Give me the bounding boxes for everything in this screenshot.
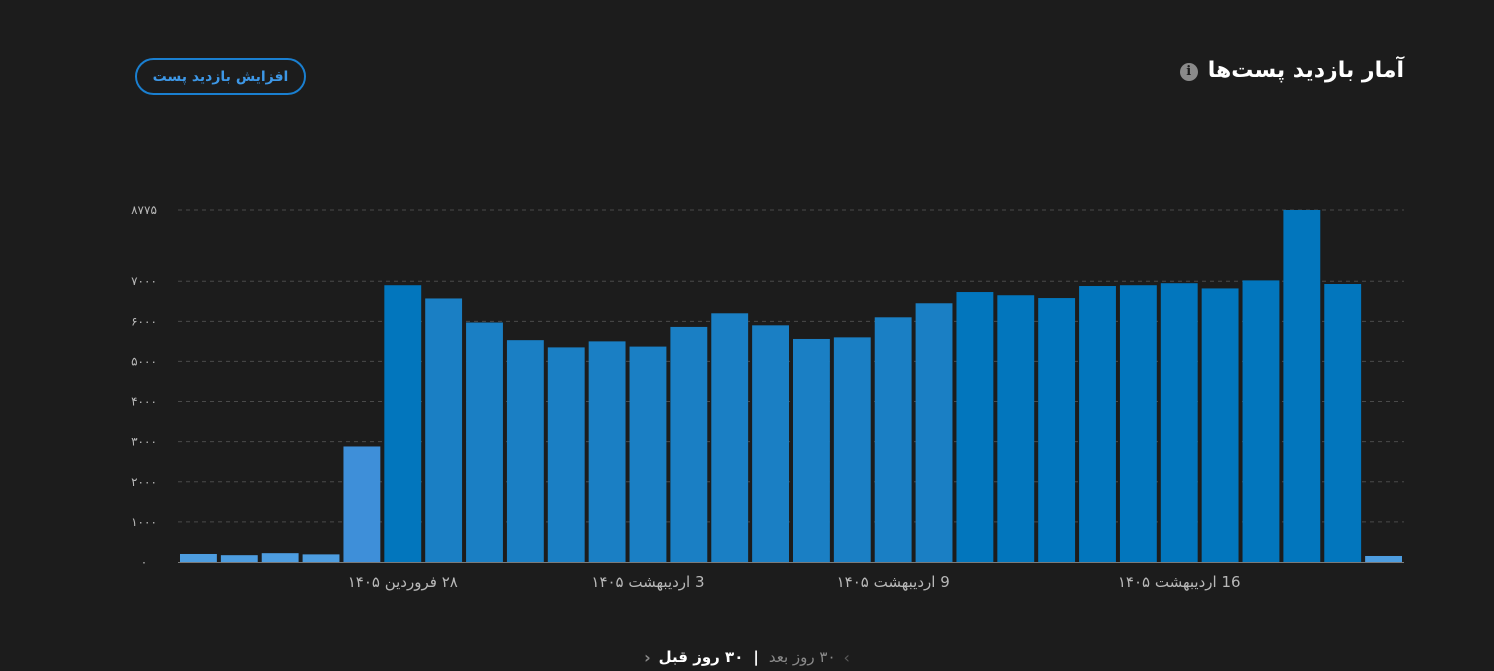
y-tick-label: ۵۰۰۰ [131, 354, 157, 368]
nav-separator: | [753, 648, 759, 666]
bar [833, 337, 871, 562]
x-tick-label: 9 اردیبهشت ۱۴۰۵ [837, 573, 950, 591]
bar [180, 553, 217, 562]
bar [425, 298, 463, 562]
bar [670, 326, 708, 562]
y-tick-label: ۶۰۰۰ [131, 314, 157, 328]
bar-chart: ۰ ۱۰۰۰ ۲۰۰۰ ۳۰۰۰ ۴۰۰۰ ۵۰۰۰ ۶۰۰۰ ۷۰۰۰ ۸۷۷۵ ۲۸ فرور… [131, 203, 1404, 591]
bar [384, 285, 422, 562]
x-tick-label: ۲۸ فروردین ۱۴۰۵ [348, 573, 458, 591]
bar [1201, 288, 1239, 562]
x-tick-label: 3 اردیبهشت ۱۴۰۵ [591, 573, 704, 591]
y-tick-label: ۷۰۰۰ [131, 274, 157, 288]
bar [588, 341, 626, 562]
bar [302, 554, 340, 562]
x-tick-label: 16 اردیبهشت ۱۴۰۵ [1118, 573, 1241, 591]
prev-30-days-label: ۳۰ روز قبل [658, 648, 744, 666]
bar [1160, 283, 1198, 562]
bar [1242, 280, 1280, 562]
bar [629, 346, 667, 562]
bar [752, 325, 789, 562]
next-30-days-label: ۳۰ روز بعد [768, 648, 836, 666]
bar [547, 347, 585, 562]
date-range-nav: › ۳۰ روز بعد | ۳۰ روز قبل ‹ [0, 644, 1494, 670]
bar [1283, 210, 1321, 562]
bar [1119, 285, 1157, 562]
bar [1038, 298, 1076, 562]
next-30-days-button[interactable]: › ۳۰ روز بعد [769, 648, 850, 667]
bar [915, 303, 953, 562]
bar [506, 340, 544, 562]
bar [997, 295, 1035, 562]
page: آمار بازدید پست‌ها i افزایش بازدید پست ۰… [0, 0, 1494, 671]
chevron-left-icon: ‹ [644, 647, 651, 667]
bar [1324, 284, 1362, 562]
y-tick-label: ۸۷۷۵ [131, 203, 157, 217]
bar [1079, 286, 1116, 562]
bar [343, 446, 381, 562]
bar [466, 322, 503, 562]
bar [1365, 555, 1402, 562]
y-tick-label: ۲۰۰۰ [131, 475, 157, 489]
y-tick-label: ۴۰۰۰ [131, 395, 157, 409]
bar [956, 292, 994, 562]
bar [261, 553, 299, 562]
bar [793, 338, 830, 562]
chevron-right-icon: › [843, 647, 850, 667]
bar [220, 555, 258, 562]
bar [711, 313, 749, 562]
y-tick-label: ۳۰۰۰ [131, 435, 157, 449]
prev-30-days-button[interactable]: ۳۰ روز قبل ‹ [644, 648, 743, 667]
y-tick-label: ۰ [141, 555, 147, 569]
bar [874, 317, 912, 562]
y-tick-label: ۱۰۰۰ [131, 515, 157, 529]
